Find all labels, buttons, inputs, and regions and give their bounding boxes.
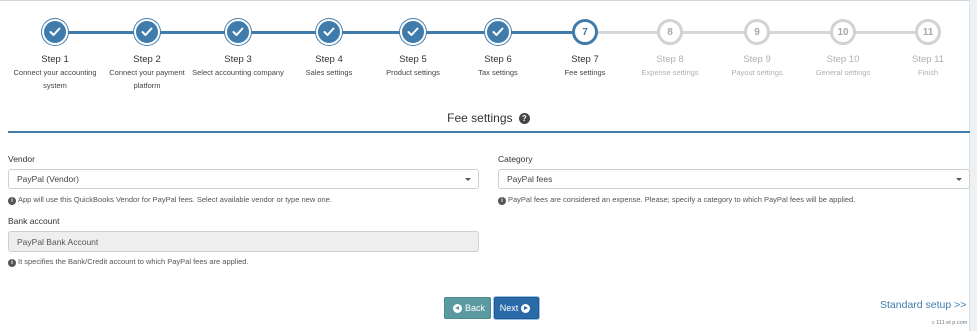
step-number: 9 [754,26,760,38]
bank-account-label: Bank account [8,216,60,226]
check-icon [407,27,419,37]
vendor-label: Vendor [8,154,35,164]
step-title: Step 6 [484,54,512,65]
step-check-icon [42,19,68,45]
arrow-left-circle-icon [452,303,462,313]
step-number-circle: 11 [915,19,941,45]
bank-account-field: PayPal Bank Account [8,231,479,252]
category-select[interactable]: PayPal fees [498,169,970,189]
next-button[interactable]: Next [494,297,539,319]
info-icon: i [8,197,16,205]
back-button-label: Back [464,303,485,313]
vendor-select-value: PayPal (Vendor) [17,174,79,184]
bank-account-hint-text: It specifies the Bank/Credit account to … [18,257,249,266]
step-11: 11 Step 11 Finish [878,19,977,79]
step-check-icon [225,19,251,45]
step-title: Step 9 [743,54,771,65]
step-description: system [43,81,67,90]
step-number: 7 [582,26,588,38]
step-title: Step 2 [133,54,161,65]
step-8: 8 Step 8 Expense settings [620,19,720,79]
step-2[interactable]: Step 2 Connect your payment platform [97,19,197,92]
step-6[interactable]: Step 6 Tax settings [448,19,548,79]
step-title: Step 11 [911,54,945,65]
info-icon: i [498,197,506,205]
setup-stepper: Step 1 Connect your accounting system Step … [0,10,970,95]
category-select-value: PayPal fees [507,174,553,184]
step-description: Expense settings [641,68,699,77]
step-title: Step 1 [41,54,69,65]
bank-account-value: PayPal Bank Account [17,237,99,247]
check-icon [141,27,153,37]
step-description: Payout settings [731,68,783,77]
next-button-label: Next [499,303,519,313]
step-number: 11 [922,26,934,38]
check-icon [232,27,244,37]
chevron-down-icon [465,178,471,181]
step-description: Tax settings [478,68,518,77]
step-description: platform [133,81,161,90]
vendor-select[interactable]: PayPal (Vendor) [8,169,479,189]
step-1[interactable]: Step 1 Connect your accounting system [5,19,105,92]
arrow-right-circle-icon [521,303,531,313]
step-number-circle: 9 [744,19,770,45]
section-heading: Fee settings ? [0,111,977,125]
step-description: Finish [917,68,938,77]
step-title: Step 3 [224,54,252,65]
section-divider [8,131,970,133]
info-icon: i [8,259,16,267]
check-icon [492,27,504,37]
vendor-hint: i App will use this QuickBooks Vendor for… [8,195,332,205]
step-description: Connect your accounting [13,68,97,77]
bank-account-hint: i It specifies the Bank/Credit account to… [8,257,249,267]
step-9: 9 Step 9 Payout settings [707,19,807,79]
step-number-circle: 7 [572,19,598,45]
step-number-circle: 8 [657,19,683,45]
step-number: 8 [667,26,673,38]
footer-small-text: c 111 et p.com [932,320,968,326]
step-number-circle: 10 [830,19,856,45]
step-check-icon [134,19,160,45]
section-title: Fee settings [447,111,513,125]
step-description: Connect your payment [109,68,185,77]
chevron-down-icon [956,178,962,181]
standard-setup-link[interactable]: Standard setup >> [880,299,966,311]
vendor-hint-text: App will use this QuickBooks Vendor for … [18,195,332,204]
step-check-icon [485,19,511,45]
check-icon [323,27,335,37]
category-hint-text: PayPal fees are considered an expense. P… [508,195,856,204]
help-icon[interactable]: ? [518,113,530,124]
step-check-icon [316,19,342,45]
check-icon [49,27,61,37]
step-check-icon [400,19,426,45]
step-3[interactable]: Step 3 Select accounting company [188,19,288,79]
step-description: Select accounting company [192,68,284,77]
category-label: Category [498,154,533,164]
window-top-border [0,0,977,6]
back-button[interactable]: Back [444,297,491,319]
category-hint: i PayPal fees are considered an expense. … [498,195,855,205]
step-number: 10 [837,26,849,38]
step-title: Step 8 [656,54,684,65]
